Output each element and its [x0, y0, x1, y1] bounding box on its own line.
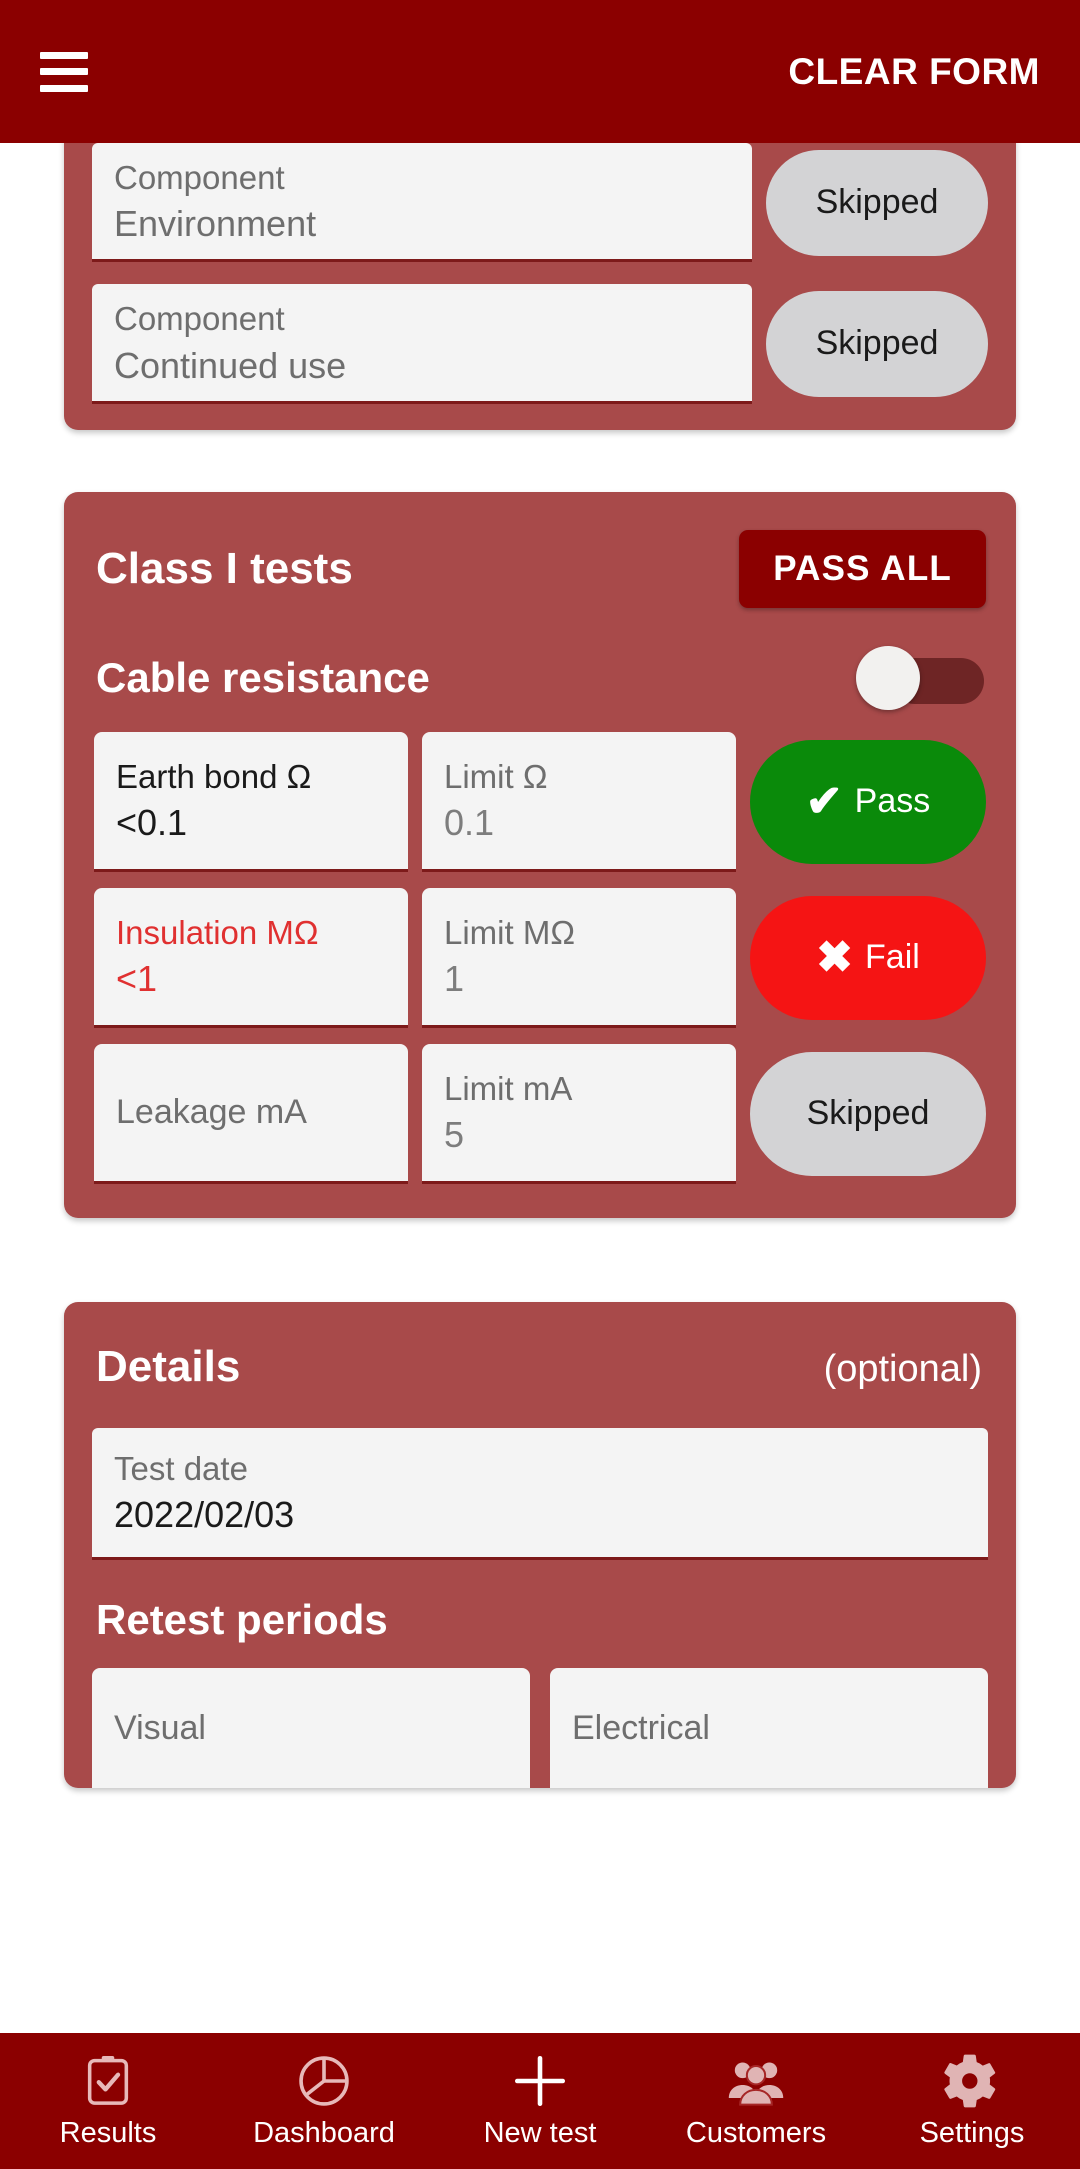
- leakage-field[interactable]: Leakage mA: [94, 1043, 408, 1184]
- app-screen: CLEAR FORM Component Environment Skipped…: [0, 0, 1080, 2169]
- nav-label: New test: [483, 2116, 597, 2149]
- field-value: <1: [116, 958, 158, 1000]
- earth-bond-field[interactable]: Earth bond Ω <0.1: [94, 731, 408, 872]
- field-label: Component: [114, 159, 285, 196]
- test-row-leakage: Leakage mA Limit mA 5 Skipped: [94, 1043, 986, 1184]
- cable-resistance-title: Cable resistance: [96, 653, 430, 701]
- nav-item-dashboard[interactable]: Dashboard: [216, 2053, 432, 2150]
- field-label: Component: [114, 300, 285, 338]
- visual-row-continued-use: Component Continued use Skipped: [92, 284, 988, 404]
- pass-all-button[interactable]: PASS ALL: [739, 529, 986, 608]
- class-one-tests-card: Class I tests PASS ALL Cable resistance …: [64, 491, 1016, 1218]
- retest-electrical-field[interactable]: Electrical: [550, 1667, 988, 1788]
- status-pill-pass[interactable]: ✔ Pass: [750, 739, 986, 864]
- cable-resistance-toggle[interactable]: [856, 645, 984, 710]
- nav-item-new-test[interactable]: New test: [432, 2053, 648, 2150]
- details-header: Details (optional): [92, 1336, 988, 1392]
- field-value: Continued use: [114, 344, 347, 386]
- field-value: 5: [444, 1114, 465, 1156]
- nav-label: Customers: [685, 2116, 827, 2149]
- scroll-content[interactable]: Component Environment Skipped Component …: [0, 83, 1080, 2033]
- field-label: Leakage mA: [116, 1093, 307, 1132]
- toggle-thumb: [856, 645, 920, 710]
- field-value: 2022/02/03: [114, 1494, 295, 1536]
- status-label: Skipped: [815, 183, 939, 222]
- status-pill-fail[interactable]: ✖ Fail: [750, 895, 986, 1020]
- field-label: Insulation MΩ: [116, 913, 319, 951]
- nav-item-customers[interactable]: Customers: [648, 2053, 864, 2150]
- status-label: Fail: [865, 938, 920, 977]
- nav-item-settings[interactable]: Settings: [864, 2053, 1080, 2150]
- app-bar: CLEAR FORM: [0, 0, 1080, 143]
- field-label: Electrical: [572, 1708, 710, 1747]
- class-one-title: Class I tests: [96, 543, 353, 593]
- details-title: Details: [96, 1341, 241, 1391]
- visual-row-environment: Component Environment Skipped: [92, 143, 988, 263]
- retest-visual-field[interactable]: Visual: [92, 1667, 530, 1788]
- field-label: Limit MΩ: [444, 913, 576, 951]
- retest-periods-row: Visual Electrical: [92, 1667, 988, 1788]
- nav-label: Settings: [919, 2116, 1025, 2149]
- field-label: Visual: [114, 1708, 206, 1747]
- cable-resistance-header: Cable resistance: [92, 608, 988, 732]
- gear-icon: [944, 2053, 1000, 2109]
- field-value: <0.1: [116, 802, 188, 844]
- earth-bond-limit-field[interactable]: Limit Ω 0.1: [422, 731, 736, 872]
- insulation-field[interactable]: Insulation MΩ <1: [94, 887, 408, 1028]
- status-label: Skipped: [806, 1094, 930, 1133]
- field-label: Limit mA: [444, 1069, 573, 1107]
- cross-icon: ✖: [816, 932, 854, 982]
- component-environment-field[interactable]: Component Environment: [92, 143, 752, 263]
- people-group-icon: [727, 2053, 785, 2109]
- field-value: 0.1: [444, 802, 495, 844]
- status-label: Skipped: [815, 324, 939, 363]
- nav-item-results[interactable]: Results: [0, 2053, 216, 2150]
- test-row-earth-bond: Earth bond Ω <0.1 Limit Ω 0.1 ✔ Pass: [94, 731, 986, 872]
- plus-icon: [511, 2053, 569, 2109]
- field-label: Earth bond Ω: [116, 757, 312, 795]
- bottom-navigation-bar: Results Dashboard New test Customers Set…: [0, 2033, 1080, 2169]
- hamburger-menu-icon[interactable]: [40, 51, 88, 92]
- status-pill-skipped[interactable]: Skipped: [766, 290, 988, 397]
- status-pill-skipped[interactable]: Skipped: [766, 149, 988, 256]
- status-label: Pass: [854, 782, 931, 821]
- pie-chart-icon: [297, 2053, 351, 2109]
- field-value: Environment: [114, 203, 317, 245]
- clear-form-button[interactable]: CLEAR FORM: [788, 51, 1040, 93]
- class-one-header: Class I tests PASS ALL: [92, 526, 988, 608]
- status-pill-skipped[interactable]: Skipped: [750, 1051, 986, 1176]
- check-icon: ✔: [805, 776, 843, 826]
- field-label: Test date: [114, 1449, 248, 1487]
- component-continued-use-field[interactable]: Component Continued use: [92, 284, 752, 404]
- nav-label: Dashboard: [253, 2116, 395, 2149]
- leakage-limit-field[interactable]: Limit mA 5: [422, 1043, 736, 1184]
- retest-periods-title: Retest periods: [96, 1595, 388, 1643]
- test-date-field[interactable]: Test date 2022/02/03: [92, 1427, 988, 1560]
- clipboard-check-icon: [83, 2053, 133, 2109]
- details-optional-label: (optional): [823, 1347, 982, 1390]
- details-card: Details (optional) Test date 2022/02/03 …: [64, 1301, 1016, 1788]
- class-one-test-rows: Earth bond Ω <0.1 Limit Ω 0.1 ✔ Pass Ins…: [92, 731, 988, 1184]
- field-label: Limit Ω: [444, 757, 548, 795]
- nav-label: Results: [59, 2116, 157, 2149]
- test-row-insulation: Insulation MΩ <1 Limit MΩ 1 ✖ Fail: [94, 887, 986, 1028]
- insulation-limit-field[interactable]: Limit MΩ 1: [422, 887, 736, 1028]
- field-value: 1: [444, 958, 465, 1000]
